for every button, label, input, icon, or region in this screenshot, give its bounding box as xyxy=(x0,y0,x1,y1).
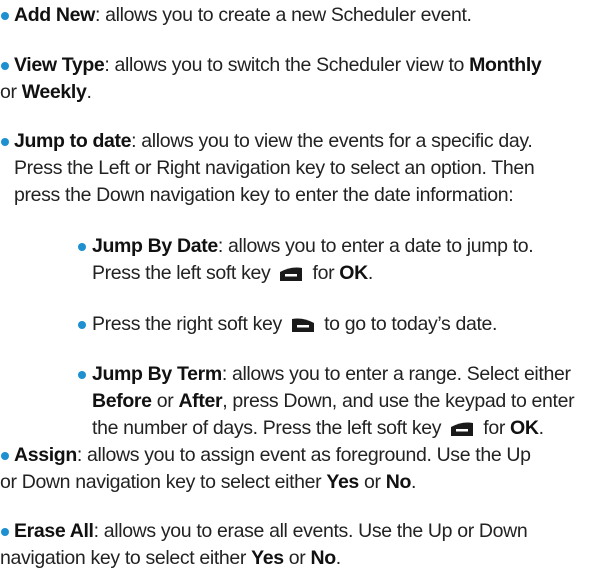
desc-jump-to-date-3: press the Down navigation key to enter t… xyxy=(14,184,514,206)
text-or: or xyxy=(358,471,386,493)
list-item-erase-all: Erase All: allows you to erase all event… xyxy=(0,518,614,572)
desc-assign: : allows you to assign event as foregrou… xyxy=(76,444,531,466)
option-after: After xyxy=(178,390,223,412)
left-soft-key-icon xyxy=(451,422,474,436)
option-before: Before xyxy=(92,390,152,412)
desc-jump-to-date: : allows you to view the events for a sp… xyxy=(131,130,533,152)
option-yes: Yes xyxy=(326,471,359,493)
bullet-icon xyxy=(78,321,86,329)
term-add-new: Add New xyxy=(14,4,95,26)
label-ok: OK xyxy=(510,417,539,439)
sub-item-jump-by-date: Jump By Date: allows you to enter a date… xyxy=(74,233,614,287)
desc-add-new: : allows you to create a new Scheduler e… xyxy=(94,4,472,26)
label-ok: OK xyxy=(339,262,368,284)
bullet-icon xyxy=(1,138,9,146)
option-yes: Yes xyxy=(251,547,284,569)
desc-jump-by-term: : allows you to enter a range. Select ei… xyxy=(221,363,571,385)
desc-right-soft-key: Press the right soft key xyxy=(92,313,288,335)
bullet-icon xyxy=(78,371,86,379)
desc-jump-to-date-2: Press the Left or Right navigation key t… xyxy=(14,157,535,179)
term-assign: Assign xyxy=(14,444,77,466)
list-item-view-type: View Type: allows you to switch the Sche… xyxy=(0,52,614,106)
term-jump-by-date: Jump By Date xyxy=(92,235,218,257)
left-soft-key-icon xyxy=(280,267,303,281)
desc-assign-2: or Down navigation key to select either xyxy=(0,471,327,493)
desc-jump-by-term-2: , press Down, and use the keypad to ente… xyxy=(222,390,575,412)
text-or: or xyxy=(151,390,179,412)
text-or: or xyxy=(283,547,311,569)
option-no: No xyxy=(385,471,412,493)
bullet-icon xyxy=(1,528,9,536)
desc-jump-by-date: : allows you to enter a date to jump to. xyxy=(217,235,534,257)
desc-jump-by-term-3: the number of days. Press the left soft … xyxy=(92,417,447,439)
bullet-icon xyxy=(1,12,9,20)
list-item-jump-to-date: Jump to date: allows you to view the eve… xyxy=(0,128,614,209)
bullet-icon xyxy=(78,243,86,251)
option-monthly: Monthly xyxy=(469,54,542,76)
period: . xyxy=(538,417,544,439)
text-for: for xyxy=(478,417,511,439)
period: . xyxy=(86,81,92,103)
desc-jump-by-date-2: Press the left soft key xyxy=(92,262,276,284)
list-item-assign: Assign: allows you to assign event as fo… xyxy=(0,442,614,496)
text-for: for xyxy=(307,262,340,284)
bullet-icon xyxy=(1,452,9,460)
option-weekly: Weekly xyxy=(21,81,87,103)
bullet-icon xyxy=(1,62,9,70)
desc-erase-all: : allows you to erase all events. Use th… xyxy=(93,520,528,542)
desc-view-type: : allows you to switch the Scheduler vie… xyxy=(104,54,470,76)
list-item-add-new: Add New: allows you to create a new Sche… xyxy=(0,2,614,29)
period: . xyxy=(411,471,417,493)
term-jump-by-term: Jump By Term xyxy=(92,363,222,385)
term-view-type: View Type xyxy=(14,54,105,76)
term-jump-to-date: Jump to date xyxy=(14,130,132,152)
term-erase-all: Erase All xyxy=(14,520,94,542)
right-soft-key-icon xyxy=(292,318,315,332)
desc-right-soft-key-2: to go to today’s date. xyxy=(319,313,498,335)
period: . xyxy=(335,547,341,569)
sub-item-right-soft-key: Press the right soft key to go to today’… xyxy=(74,311,614,338)
sub-item-jump-by-term: Jump By Term: allows you to enter a rang… xyxy=(74,361,614,442)
desc-erase-all-2: navigation key to select either xyxy=(0,547,252,569)
desc-view-type-2: or xyxy=(0,81,22,103)
option-no: No xyxy=(310,547,336,569)
period: . xyxy=(367,262,373,284)
